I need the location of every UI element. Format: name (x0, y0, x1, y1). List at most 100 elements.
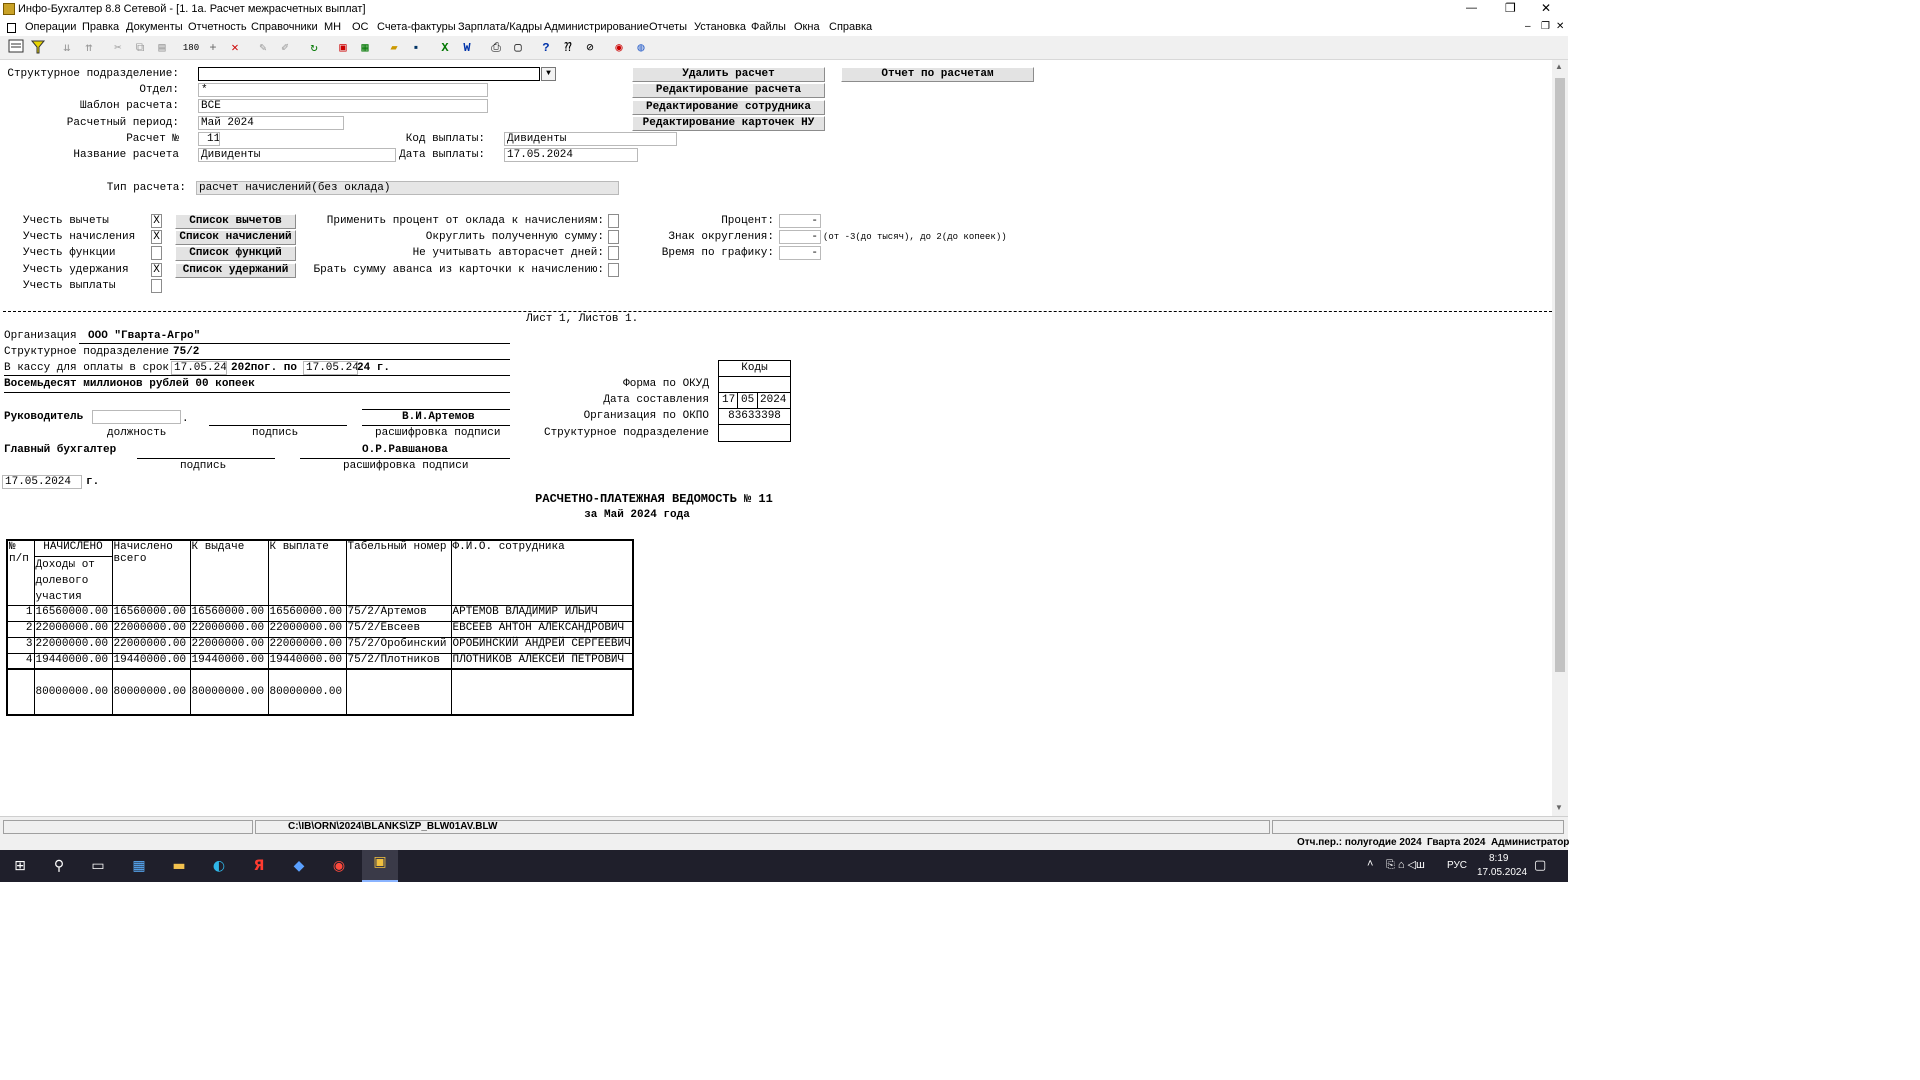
mdi-restore-button[interactable]: ❐ (1541, 21, 1550, 32)
menu-admin[interactable]: Администрирование (544, 21, 649, 33)
menu-setup[interactable]: Установка (694, 21, 746, 33)
print-icon[interactable]: ⎙ (487, 39, 505, 57)
menu-invoices[interactable]: Счета-фактуры (377, 21, 456, 33)
mark-icon[interactable]: ✎ (254, 39, 272, 57)
scroll-up-icon[interactable]: ▲ (1555, 62, 1563, 71)
functions-list-button[interactable]: Список функций (175, 246, 296, 261)
scroll-thumb[interactable] (1555, 78, 1565, 672)
table-icon[interactable]: ▦ (356, 39, 374, 57)
mdi-minimize-button[interactable]: – (1525, 21, 1531, 32)
accruals-list-button[interactable]: Список начислений (175, 230, 296, 245)
edit-calc-button[interactable]: Редактирование расчета (632, 83, 825, 98)
yandex-browser-icon[interactable]: ◉ (327, 854, 351, 878)
apply-percent-checkbox[interactable] (608, 214, 619, 228)
task-view-icon[interactable]: ▭ (86, 854, 110, 878)
menu-os[interactable]: ОС (352, 21, 369, 33)
word-icon[interactable]: W (458, 39, 476, 57)
tray-chevron-icon[interactable]: ˄ (1367, 858, 1373, 870)
menu-reports[interactable]: Отчеты (649, 21, 687, 33)
compass-icon[interactable]: ⊘ (581, 39, 599, 57)
tray-icons[interactable]: ⎘ ⌂ ◁ш (1386, 858, 1425, 872)
edge-icon[interactable]: ◐ (207, 854, 231, 878)
period-field[interactable]: Май 2024 (198, 116, 344, 130)
yandex-icon[interactable]: Я (247, 854, 271, 878)
preview-icon[interactable]: ▢ (509, 39, 527, 57)
calc-report-button[interactable]: Отчет по расчетам (841, 67, 1034, 82)
add-icon[interactable]: + (204, 39, 222, 57)
lang-indicator[interactable]: РУС (1447, 860, 1467, 871)
menu-edit[interactable]: Правка (82, 21, 119, 33)
edit-cards-button[interactable]: Редактирование карточек НУ (632, 116, 825, 131)
calc-no-field[interactable]: 11 (198, 132, 220, 146)
payments-checkbox[interactable] (151, 279, 162, 293)
take-advance-checkbox[interactable] (608, 263, 619, 277)
app-icon-blue[interactable]: ◆ (287, 854, 311, 878)
save-icon[interactable]: ▪ (407, 39, 425, 57)
doc-icon[interactable] (7, 23, 16, 33)
explorer-icon[interactable]: ▬ (167, 854, 191, 878)
edit-employee-button[interactable]: Редактирование сотрудника (632, 100, 825, 115)
struct-select[interactable] (198, 67, 540, 81)
round-sum-checkbox[interactable] (608, 230, 619, 244)
refresh-icon[interactable]: ↻ (305, 39, 323, 57)
help-icon[interactable]: ? (537, 39, 555, 57)
copy-icon[interactable]: ⧉ (131, 39, 149, 57)
web-icon[interactable]: ◍ (632, 39, 650, 57)
menu-references[interactable]: Справочники (251, 21, 318, 33)
menu-reporting[interactable]: Отчетность (188, 21, 247, 33)
chevron-down-icon[interactable]: ▼ (541, 67, 556, 81)
context-help-icon[interactable]: ⁇ (559, 39, 577, 57)
schedule-field[interactable]: - (779, 246, 821, 260)
filter-icon[interactable] (29, 39, 47, 57)
close-button[interactable]: ✕ (1541, 1, 1551, 15)
calc-icon[interactable]: 180 (182, 39, 200, 57)
vertical-scrollbar[interactable]: ▲ ▼ (1552, 60, 1568, 816)
deductions-checkbox[interactable]: X (151, 214, 162, 228)
accruals-checkbox[interactable]: X (151, 230, 162, 244)
minimize-button[interactable]: — (1466, 2, 1477, 14)
withholdings-checkbox[interactable]: X (151, 263, 162, 277)
sort-desc-icon[interactable]: ⇈ (80, 39, 98, 57)
windows-start-icon[interactable]: ⊞ (8, 854, 32, 878)
doc-date-field[interactable]: 17.05.2024 (2, 475, 82, 489)
mdi-close-button[interactable]: ✕ (1556, 21, 1564, 32)
menu-help[interactable]: Справка (829, 21, 872, 33)
cut-icon[interactable]: ✂ (109, 39, 127, 57)
head-position-field[interactable] (92, 410, 181, 424)
unmark-icon[interactable]: ✐ (276, 39, 294, 57)
sort-asc-icon[interactable]: ⇊ (58, 39, 76, 57)
menu-mn[interactable]: МН (324, 21, 341, 33)
restore-button[interactable]: ❐ (1505, 1, 1516, 15)
infobuh-taskbar-icon[interactable]: ▣ (362, 850, 398, 882)
clock-date[interactable]: 17.05.2024 (1477, 867, 1527, 878)
otdel-field[interactable]: * (198, 83, 488, 97)
excel-icon[interactable]: X (436, 39, 454, 57)
code-field[interactable]: Дивиденты (504, 132, 677, 146)
pdf-icon[interactable]: ▣ (334, 39, 352, 57)
no-autocalc-checkbox[interactable] (608, 246, 619, 260)
delete-icon[interactable]: ✕ (226, 39, 244, 57)
cash-to-field[interactable]: 17.05.24 (303, 361, 358, 375)
deductions-list-button[interactable]: Список вычетов (175, 214, 296, 229)
menu-documents[interactable]: Документы (126, 21, 183, 33)
menu-operations[interactable]: Операции (25, 21, 76, 33)
cash-from-field[interactable]: 17.05.24 (171, 361, 227, 375)
delete-calc-button[interactable]: Удалить расчет (632, 67, 825, 82)
paste-icon[interactable]: ▤ (153, 39, 171, 57)
notifications-icon[interactable]: ▢ (1534, 857, 1546, 873)
template-field[interactable]: ВСЕ (198, 99, 488, 113)
form-view-icon[interactable] (7, 39, 25, 57)
clock-time[interactable]: 8:19 (1489, 853, 1508, 864)
menu-files[interactable]: Файлы (751, 21, 786, 33)
pay-date-field[interactable]: 17.05.2024 (504, 148, 638, 162)
update-icon[interactable]: ◉ (610, 39, 628, 57)
menu-windows[interactable]: Окна (794, 21, 820, 33)
menu-salary[interactable]: Зарплата/Кадры (458, 21, 542, 33)
search-icon[interactable]: ⚲ (47, 854, 71, 878)
store-icon[interactable]: ▦ (127, 854, 151, 878)
withholdings-list-button[interactable]: Список удержаний (175, 263, 296, 278)
open-folder-icon[interactable]: ▰ (385, 39, 403, 57)
round-sign-field[interactable]: - (779, 230, 821, 244)
functions-checkbox[interactable] (151, 246, 162, 260)
percent-field[interactable]: - (779, 214, 821, 228)
